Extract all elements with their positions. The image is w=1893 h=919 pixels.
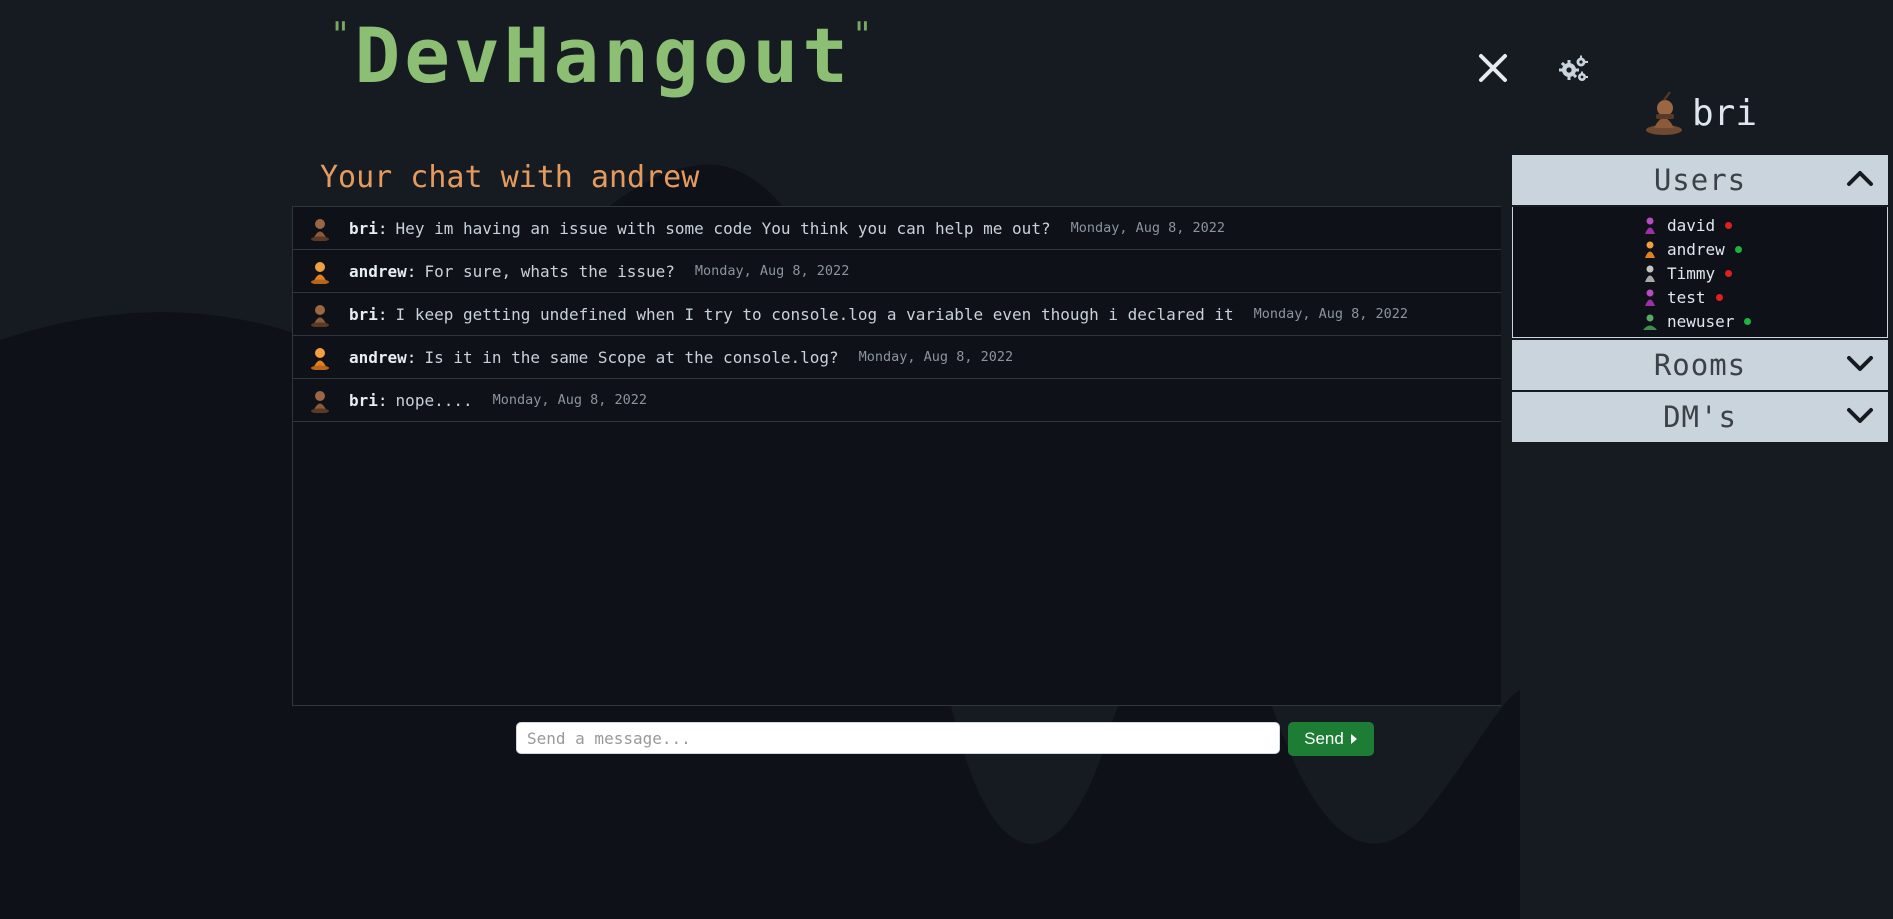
user-name: Timmy	[1667, 263, 1716, 283]
offline-status-dot	[1725, 269, 1733, 277]
message-author[interactable]: andrew	[349, 262, 407, 281]
current-user-name: bri	[1692, 92, 1758, 134]
message-row: bri: Hey im having an issue with some co…	[293, 207, 1501, 250]
avatar-icon	[1645, 241, 1655, 258]
message-separator: :	[377, 218, 388, 238]
message-time: Monday, Aug 8, 2022	[492, 392, 648, 408]
avatar-icon	[1645, 217, 1655, 234]
users-panel-label: Users	[1653, 163, 1747, 197]
chevron-down-icon	[1847, 408, 1873, 423]
dms-panel-header[interactable]: DM's	[1512, 392, 1888, 444]
users-panel-header[interactable]: Users	[1512, 155, 1888, 207]
message-separator: :	[406, 261, 417, 281]
message-row: bri: nope.... Monday, Aug 8, 2022	[293, 379, 1501, 422]
message-author[interactable]: andrew	[349, 348, 407, 367]
message-row: andrew: Is it in the same Scope at the c…	[293, 336, 1501, 379]
user-item[interactable]: david	[1513, 213, 1887, 237]
message-text: I keep getting undefined when I try to c…	[395, 304, 1234, 324]
message-time: Monday, Aug 8, 2022	[694, 263, 850, 279]
avatar-icon	[311, 348, 329, 370]
avatar-icon	[311, 391, 329, 413]
logo-quote-open: "	[330, 15, 355, 55]
rooms-panel-header[interactable]: Rooms	[1512, 340, 1888, 392]
message-composer: Send	[516, 722, 1374, 756]
avatar-icon	[311, 305, 329, 327]
current-user[interactable]: bri	[1644, 90, 1757, 136]
message-author[interactable]: bri	[349, 219, 378, 238]
message-row: bri: I keep getting undefined when I try…	[293, 293, 1501, 336]
pawn-avatar-icon	[1646, 91, 1682, 135]
message-input[interactable]	[516, 722, 1280, 754]
message-text: Hey im having an issue with some code Yo…	[395, 218, 1051, 238]
message-text: For sure, whats the issue?	[424, 261, 675, 281]
message-separator: :	[377, 390, 388, 410]
users-list: david andrew Timmy test newuser	[1512, 207, 1888, 338]
message-text: Is it in the same Scope at the console.l…	[424, 347, 839, 367]
caret-right-icon	[1350, 734, 1357, 744]
avatar-icon	[311, 262, 329, 284]
user-item[interactable]: andrew	[1513, 237, 1887, 261]
chevron-up-icon	[1847, 171, 1873, 186]
message-text: nope....	[395, 390, 473, 410]
user-name: newuser	[1667, 311, 1735, 331]
user-name: andrew	[1667, 239, 1725, 259]
message-separator: :	[377, 304, 388, 324]
online-status-dot	[1744, 317, 1752, 325]
sidebar: Users david andrew Timmy test newuser Ro…	[1512, 155, 1888, 444]
message-time: Monday, Aug 8, 2022	[1253, 306, 1409, 322]
message-author[interactable]: bri	[349, 391, 378, 410]
offline-status-dot	[1715, 293, 1723, 301]
close-icon[interactable]	[1475, 50, 1511, 86]
avatar-icon	[1643, 314, 1657, 330]
gears-icon[interactable]	[1558, 55, 1588, 83]
user-item[interactable]: Timmy	[1513, 261, 1887, 285]
message-time: Monday, Aug 8, 2022	[1070, 220, 1226, 236]
avatar-icon	[1645, 265, 1655, 282]
message-row: andrew: For sure, whats the issue? Monda…	[293, 250, 1501, 293]
chevron-down-icon	[1847, 356, 1873, 371]
logo-text: DevHangout	[354, 11, 853, 100]
rooms-panel-label: Rooms	[1653, 348, 1747, 382]
chat-title: Your chat with andrew	[320, 160, 700, 195]
online-status-dot	[1734, 245, 1742, 253]
user-item[interactable]: test	[1513, 285, 1887, 309]
avatar-icon	[1645, 289, 1655, 306]
app-logo[interactable]: "DevHangout"	[330, 18, 877, 94]
message-separator: :	[406, 347, 417, 367]
user-name: david	[1667, 215, 1716, 235]
send-button[interactable]: Send	[1288, 722, 1374, 756]
user-item[interactable]: newuser	[1513, 309, 1887, 333]
user-name: test	[1667, 287, 1706, 307]
dms-panel-label: DM's	[1663, 400, 1737, 434]
message-time: Monday, Aug 8, 2022	[858, 349, 1014, 365]
message-author[interactable]: bri	[349, 305, 378, 324]
logo-quote-close: "	[852, 15, 877, 55]
offline-status-dot	[1725, 221, 1733, 229]
chat-messages[interactable]: bri: Hey im having an issue with some co…	[292, 206, 1501, 706]
avatar-icon	[311, 219, 329, 241]
send-label: Send	[1304, 729, 1344, 748]
